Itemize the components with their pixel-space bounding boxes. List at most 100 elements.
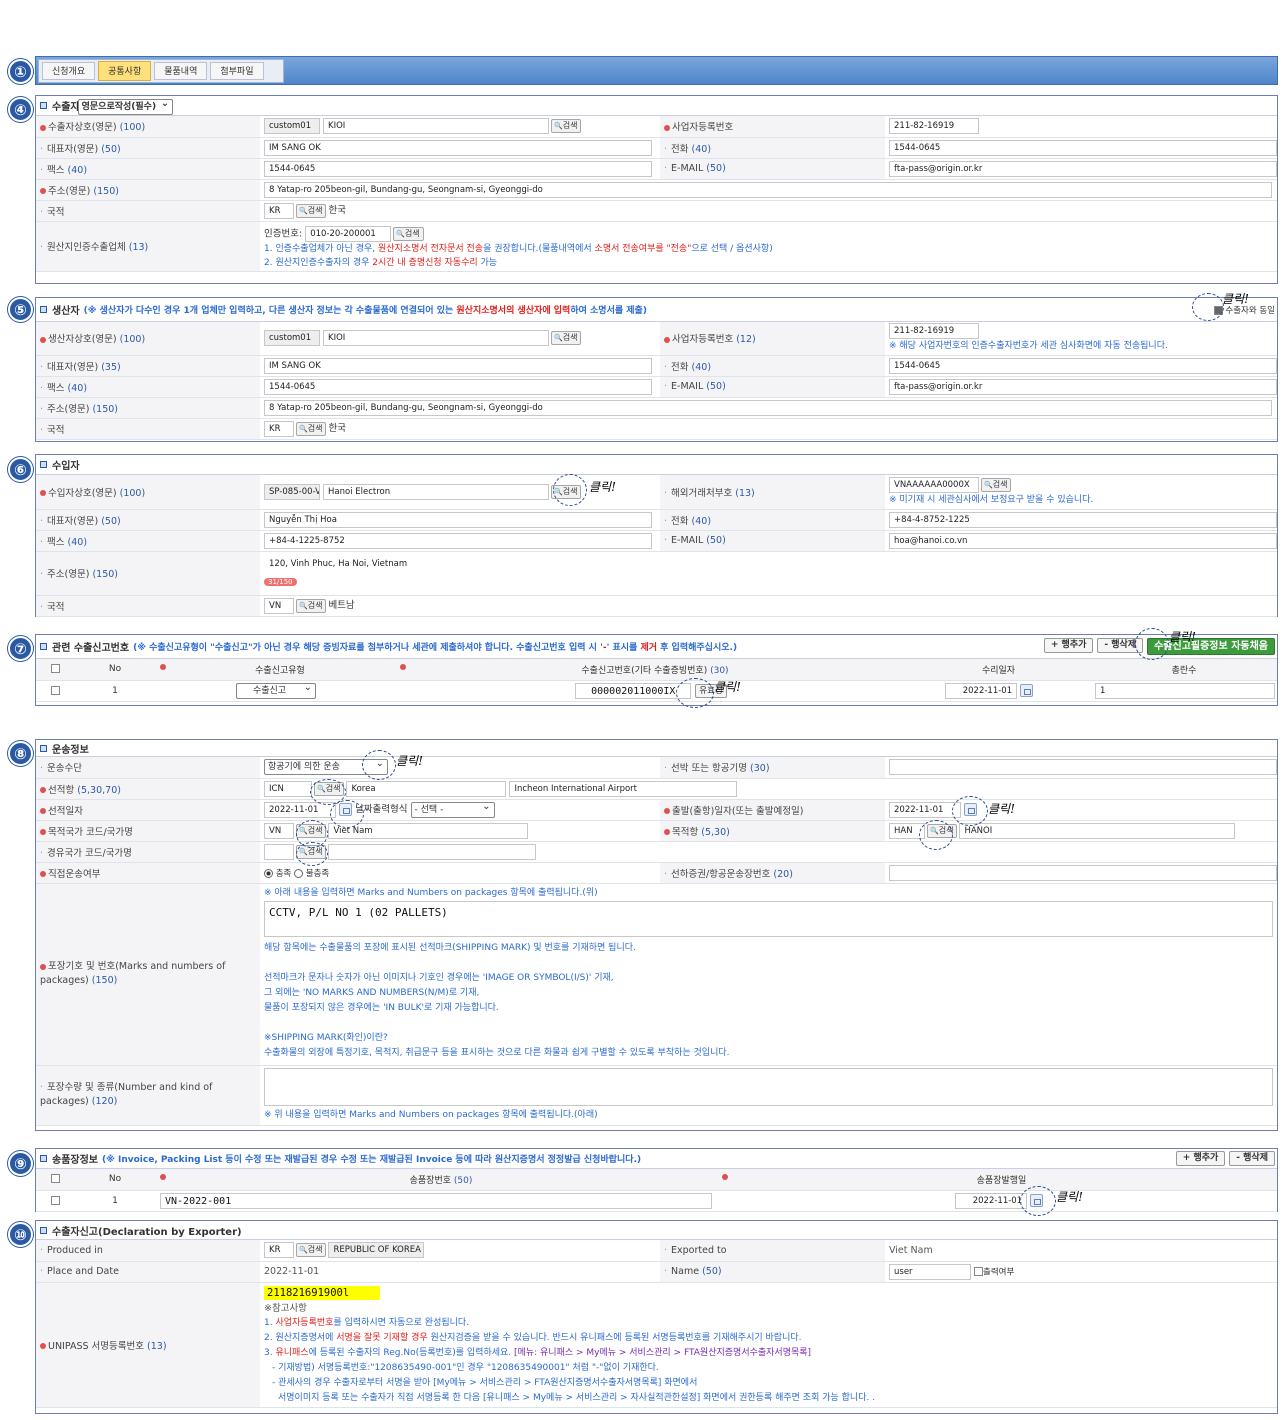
invoice-header: 송품장정보 (※ Invoice, Packing List 등이 수정 또는 … xyxy=(36,1149,1277,1169)
departure-date-input[interactable]: 2022-11-01 xyxy=(889,801,961,818)
tab-bar: 신청개요 공통사항 물품내역 첨부파일 xyxy=(35,56,1278,85)
related-col-num: 수출신고번호(기타 수출증빙번호) (30) xyxy=(396,659,906,681)
kind-textarea[interactable] xyxy=(264,1067,1273,1106)
producer-code-input[interactable]: custom01 xyxy=(264,330,320,347)
unipass-input[interactable]: 211821691900l xyxy=(264,1285,380,1300)
exporter-biz-input[interactable]: 211-82-16919 xyxy=(889,118,979,135)
invoice-del-row-button[interactable]: - 행삭제 xyxy=(1229,1151,1275,1166)
importer-fcode-search-button[interactable]: 검색 xyxy=(981,477,1012,492)
exporter-email-input[interactable]: fta-pass@origin.or.kr xyxy=(889,160,1277,177)
producer-nat-search-button[interactable]: 검색 xyxy=(296,421,327,436)
importer-rep-input[interactable]: Nguyễn Thị Hoa xyxy=(264,511,652,528)
exporter-nat-code-input[interactable]: KR xyxy=(264,202,294,219)
port-code-input[interactable]: ICN xyxy=(264,780,312,797)
exported-to-value: Viet Nam xyxy=(885,1240,1277,1262)
importer-addr-input[interactable]: 120, Vinh Phuc, Ha Noi, Vietnam xyxy=(264,555,1272,572)
cert-no-input[interactable]: 010-20-200001 xyxy=(305,225,392,242)
dest-name-input[interactable]: Viet Nam xyxy=(328,822,529,839)
related-num-input[interactable]: 000002011000IX xyxy=(575,682,692,699)
exporter-name-input[interactable]: KIOI xyxy=(323,118,550,135)
tab-common[interactable]: 공통사항 xyxy=(98,61,152,81)
port-country-input[interactable]: Korea xyxy=(346,780,507,797)
importer-name-input[interactable]: Hanoi Electron xyxy=(323,483,550,500)
producer-tel-input[interactable]: 1544-0645 xyxy=(889,357,1277,374)
exporter-rep-input[interactable]: IM SANG OK xyxy=(264,139,652,156)
exporter-nat-name: 한국 xyxy=(328,205,346,217)
invoice-date-input[interactable]: 2022-11-01 xyxy=(955,1192,1028,1209)
importer-tel-input[interactable]: +84-4-8752-1225 xyxy=(889,511,1277,528)
port-name-input[interactable]: Incheon International Airport xyxy=(509,780,738,797)
cert-search-button[interactable]: 검색 xyxy=(393,226,424,241)
producer-email-input[interactable]: fta-pass@origin.or.kr xyxy=(889,378,1277,395)
vessel-input[interactable] xyxy=(889,759,1277,776)
related-row-checkbox[interactable] xyxy=(50,685,60,695)
exporter-search-button[interactable]: 검색 xyxy=(551,119,582,134)
step-badge-5: ⑤ xyxy=(8,297,33,322)
importer-fcode-input[interactable]: VNAAAAAA0000X xyxy=(889,476,979,493)
language-select[interactable]: 영문으로작성(필수) xyxy=(77,97,174,115)
producer-addr-input[interactable]: 8 Yatap-ro 205beon-gil, Bundang-gu, Seon… xyxy=(264,399,1272,416)
related-total-input[interactable]: 1 xyxy=(1095,682,1275,699)
related-section: 관련 수출신고번호 (※ 수출신고유형이 "수출신고"가 아닌 경우 해당 증빙… xyxy=(35,634,1278,706)
marks-textarea[interactable]: CCTV, P/L NO 1 (02 PALLETS) xyxy=(264,900,1273,937)
transit-code-input[interactable] xyxy=(264,843,294,860)
producer-biz-input[interactable]: 211-82-16919 xyxy=(889,323,979,340)
importer-nat-search-button[interactable]: 검색 xyxy=(296,598,327,613)
importer-code-input[interactable]: SP-085-00-V xyxy=(264,483,320,500)
transport-title: 운송정보 xyxy=(52,744,89,756)
invoice-col-num: 송품장번호 (50) xyxy=(156,1169,718,1191)
producer-rep-input[interactable]: IM SANG OK xyxy=(264,357,652,374)
exporter-nationality-label: 국적 xyxy=(36,200,260,222)
invoice-row-checkbox[interactable] xyxy=(50,1195,60,1205)
dest-code-input[interactable]: VN xyxy=(264,822,294,839)
tab-items[interactable]: 물품내역 xyxy=(154,62,208,80)
producer-biz-label: 사업자등록번호 (12) xyxy=(660,322,885,356)
exporter-nat-search-button[interactable]: 검색 xyxy=(296,203,327,218)
direct-yes-radio[interactable] xyxy=(264,868,273,878)
exporter-code-input[interactable]: custom01 xyxy=(264,118,320,135)
importer-email-input[interactable]: hoa@hanoi.co.vn xyxy=(889,532,1277,549)
step-badge-7: ⑦ xyxy=(8,636,33,661)
transit-name-input[interactable] xyxy=(328,843,537,860)
importer-fax-input[interactable]: +84-4-1225-8752 xyxy=(264,532,652,549)
date-format-select[interactable]: - 선택 - xyxy=(410,800,495,818)
ref-5: - 관세사의 경우 수출자로부터 서명을 받아 [My메뉴 > 서비스관리 > … xyxy=(272,1377,698,1388)
direct-no-radio[interactable] xyxy=(294,868,304,878)
transport-header: 운송정보 xyxy=(36,740,1277,757)
print-checkbox[interactable] xyxy=(974,1267,984,1276)
produced-search-button[interactable]: 검색 xyxy=(296,1243,327,1258)
invoice-select-all-checkbox[interactable] xyxy=(50,1174,60,1184)
invoice-num-input[interactable]: VN-2022-001 xyxy=(160,1192,712,1209)
producer-nat-code-input[interactable]: KR xyxy=(264,420,294,437)
importer-nat-code-input[interactable]: VN xyxy=(264,597,294,614)
related-add-row-button[interactable]: + 행추가 xyxy=(1043,638,1094,653)
producer-fax-input[interactable]: 1544-0645 xyxy=(264,378,652,395)
importer-rep-label: 대표자(영문) (50) xyxy=(36,509,260,531)
producer-name-input[interactable]: KIOI xyxy=(323,330,550,347)
related-col-type: 수출신고유형 xyxy=(156,659,396,681)
port-label: 선적항 (5,30,70) xyxy=(36,778,260,800)
tab-attachments[interactable]: 첨부파일 xyxy=(210,62,264,80)
related-type-select[interactable]: 수출신고 xyxy=(236,681,316,699)
click-annotation: 클릭! xyxy=(1222,292,1249,306)
decl-name-label: Name (50) xyxy=(660,1261,885,1283)
related-col-no: No xyxy=(74,659,156,681)
exporter-addr-input[interactable]: 8 Yatap-ro 205beon-gil, Bundang-gu, Seon… xyxy=(264,181,1272,198)
direct-label: 직접운송여부 xyxy=(36,862,260,884)
decl-name-input[interactable]: user xyxy=(889,1263,971,1280)
producer-search-button[interactable]: 검색 xyxy=(551,331,582,346)
bl-input[interactable] xyxy=(889,864,1277,881)
tab-overview[interactable]: 신청개요 xyxy=(42,62,96,80)
annotation-circle xyxy=(296,842,328,866)
producer-title: 생산자 xyxy=(52,306,80,317)
dest-port-name-input[interactable]: HANOI xyxy=(959,822,1236,839)
exporter-fax-input[interactable]: 1544-0645 xyxy=(264,160,652,177)
exporter-tel-input[interactable]: 1544-0645 xyxy=(889,139,1277,156)
related-date-input[interactable]: 2022-11-01 xyxy=(945,682,1018,699)
invoice-add-row-button[interactable]: + 행추가 xyxy=(1175,1151,1226,1166)
section-bullet-icon xyxy=(40,102,47,109)
producer-name-label: 생산자상호(영문) (100) xyxy=(36,322,260,356)
calendar-icon[interactable] xyxy=(1020,684,1033,697)
produced-code-input[interactable]: KR xyxy=(264,1242,294,1259)
related-select-all-checkbox[interactable] xyxy=(50,664,60,674)
